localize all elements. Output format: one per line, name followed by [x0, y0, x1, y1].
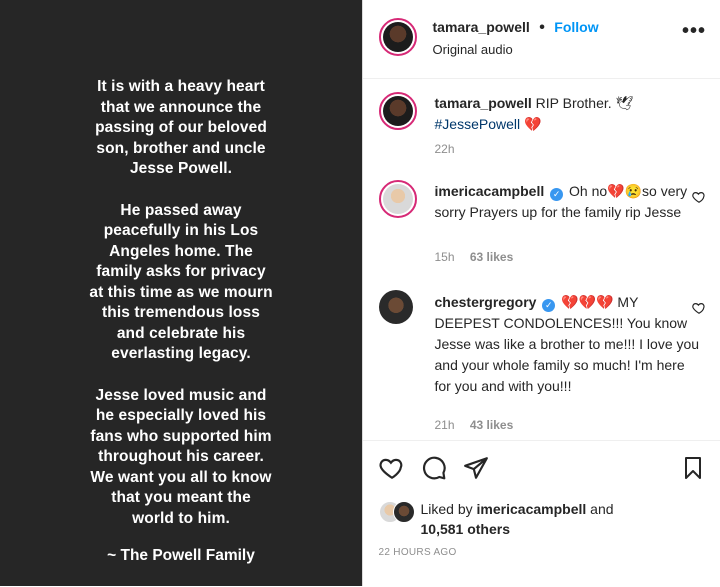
avatar[interactable] [379, 18, 417, 56]
story-paragraph-3: Jesse loved music and he especially love… [14, 386, 348, 530]
caption-avatar[interactable] [379, 92, 417, 130]
caption: tamara_powell RIP Brother. 🕊 #JessePowel… [435, 93, 705, 135]
follow-button[interactable]: Follow [554, 19, 598, 35]
comment-bubble-icon[interactable] [421, 455, 447, 481]
comment-2-time: 21h [435, 418, 455, 432]
liked-by-text: Liked by imericacampbell and 10,581 othe… [421, 499, 614, 539]
comment-1-time: 15h [435, 250, 455, 264]
original-audio-link[interactable]: Original audio [433, 42, 513, 57]
liked-by-avatars [379, 499, 419, 523]
caption-emoji: 💔 [524, 116, 541, 132]
comment-1-likes[interactable]: 63 likes [470, 250, 513, 264]
comment-1-meta: 15h 63 likes [435, 250, 514, 264]
hashtag-link[interactable]: #JessePowell [435, 116, 521, 132]
story-image: It is with a heavy heart that we announc… [0, 0, 362, 586]
post-actions: Liked by imericacampbell and 10,581 othe… [363, 440, 720, 587]
story-statement: It is with a heavy heart that we announc… [14, 77, 348, 550]
comment-avatar-chestergregory[interactable] [379, 290, 413, 324]
save-bookmark-icon[interactable] [681, 455, 705, 481]
share-paper-plane-icon[interactable] [463, 455, 489, 481]
like-heart-icon[interactable] [379, 455, 405, 481]
comment-1: imericacampbell ✓ Oh no💔😢so very sorry P… [435, 181, 705, 223]
caption-text: RIP Brother. 🕊 [536, 95, 634, 111]
story-paragraph-2: He passed away peacefully in his Los Ang… [14, 201, 348, 365]
comment-2-meta: 21h 43 likes [435, 418, 514, 432]
comment-2: chestergregory ✓ 💔💔💔 MY DEEPEST CONDOLEN… [435, 292, 705, 397]
story-signoff: ~ The Powell Family [14, 547, 348, 565]
liked-by-and: and [590, 501, 613, 517]
comment-1-like-icon[interactable] [692, 190, 706, 204]
liked-by-prefix: Liked by [421, 501, 473, 517]
comment-2-like-icon[interactable] [692, 301, 706, 315]
liked-by-user[interactable]: imericacampbell [477, 501, 587, 517]
likes-count[interactable]: 10,581 others [421, 521, 511, 537]
verified-badge-icon: ✓ [550, 188, 563, 201]
more-options-icon[interactable]: ••• [682, 26, 706, 36]
caption-username[interactable]: tamara_powell [435, 95, 532, 111]
caption-time: 22h [435, 142, 455, 156]
post-timestamp: 22 HOURS AGO [379, 547, 457, 558]
comment-2-username[interactable]: chestergregory [435, 294, 537, 310]
comment-avatar-imericacampbell[interactable] [379, 180, 417, 218]
verified-badge-icon: ✓ [542, 299, 555, 312]
story-paragraph-1: It is with a heavy heart that we announc… [14, 77, 348, 180]
post-panel: tamara_powell • Follow Original audio ••… [362, 0, 720, 586]
comment-1-username[interactable]: imericacampbell [435, 183, 545, 199]
header-username[interactable]: tamara_powell [433, 19, 530, 35]
header-separator: • [539, 19, 545, 36]
post-header: tamara_powell • Follow Original audio ••… [363, 0, 720, 79]
avatar [393, 501, 415, 523]
comment-2-likes[interactable]: 43 likes [470, 418, 513, 432]
